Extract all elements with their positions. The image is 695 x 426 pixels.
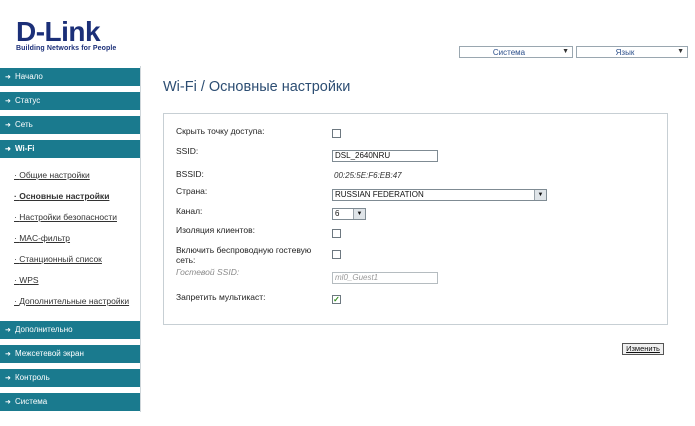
- client-isolation-label: Изоляция клиентов:: [176, 225, 255, 235]
- sidebar-sub-general[interactable]: · Общие настройки: [14, 170, 90, 180]
- sidebar-item-home[interactable]: ➜ Начало: [0, 68, 140, 86]
- sidebar-item-label: Система: [15, 397, 48, 406]
- hide-ap-label: Скрыть точку доступа:: [176, 126, 265, 136]
- guest-network-checkbox[interactable]: [332, 250, 341, 259]
- arrow-right-icon: ➜: [5, 327, 11, 334]
- sidebar-item-network[interactable]: ➜ Сеть: [0, 116, 140, 134]
- sidebar-sub-advanced[interactable]: · Дополнительные настройки: [14, 296, 129, 306]
- ssid-input[interactable]: DSL_2640NRU: [332, 150, 438, 162]
- sidebar-sub-mac-filter[interactable]: · MAC-фильтр: [14, 233, 70, 243]
- guest-network-label-cont: сеть:: [176, 255, 196, 265]
- system-menu-label: Система: [492, 48, 526, 57]
- bssid-value: 00:25:5E:F6:EB:47: [334, 171, 402, 180]
- block-multicast-label: Запретить мультикаст:: [176, 292, 266, 302]
- arrow-right-icon: ➜: [5, 98, 11, 105]
- arrow-right-icon: ➜: [5, 146, 11, 153]
- channel-select[interactable]: 6 ▼: [332, 208, 366, 220]
- sidebar-item-label: Межсетевой экран: [15, 349, 84, 358]
- sidebar-item-system[interactable]: ➜ Система: [0, 393, 140, 411]
- sidebar-item-wifi[interactable]: ➜ Wi-Fi: [0, 140, 140, 158]
- sidebar-item-label: Контроль: [15, 373, 50, 382]
- country-value: RUSSIAN FEDERATION: [335, 190, 424, 199]
- channel-label: Канал:: [176, 206, 203, 216]
- sidebar-item-label: Статус: [15, 96, 41, 105]
- block-multicast-checkbox[interactable]: ✓: [332, 295, 341, 304]
- sidebar-item-firewall[interactable]: ➜ Межсетевой экран: [0, 345, 140, 363]
- logo-text: D-Link: [16, 16, 101, 47]
- sidebar-item-control[interactable]: ➜ Контроль: [0, 369, 140, 387]
- sidebar-sub-station-list[interactable]: · Станционный список: [14, 254, 102, 264]
- sidebar-item-label: Дополнительно: [15, 325, 73, 334]
- sidebar-item-label: Начало: [15, 72, 43, 81]
- country-label: Страна:: [176, 186, 208, 196]
- hide-ap-checkbox[interactable]: [332, 129, 341, 138]
- arrow-right-icon: ➜: [5, 375, 11, 382]
- guest-ssid-label: Гостевой SSID:: [176, 267, 240, 277]
- system-menu-select[interactable]: Система ▼: [459, 46, 573, 58]
- country-select[interactable]: RUSSIAN FEDERATION ▼: [332, 189, 547, 201]
- chevron-down-icon: ▼: [562, 48, 569, 55]
- chevron-down-icon: ▼: [534, 190, 546, 200]
- bssid-label: BSSID:: [176, 169, 204, 179]
- sidebar-item-label: Сеть: [15, 120, 33, 129]
- sidebar-item-label: Wi-Fi: [15, 144, 35, 153]
- ssid-label: SSID:: [176, 146, 199, 156]
- logo-tagline: Building Networks for People: [16, 45, 117, 52]
- sidebar-item-additional[interactable]: ➜ Дополнительно: [0, 321, 140, 339]
- settings-panel: Скрыть точку доступа: SSID: DSL_2640NRU …: [163, 113, 668, 325]
- sidebar-sub-basic[interactable]: · Основные настройки: [14, 191, 109, 201]
- chevron-down-icon: ▼: [677, 48, 684, 55]
- page-title: Wi-Fi / Основные настройки: [163, 79, 351, 95]
- sidebar-sub-security[interactable]: · Настройки безопасности: [14, 212, 117, 222]
- dlink-logo: D-Link Building Networks for People: [16, 16, 117, 53]
- client-isolation-checkbox[interactable]: [332, 229, 341, 238]
- sidebar-item-status[interactable]: ➜ Статус: [0, 92, 140, 110]
- language-label: Язык: [615, 48, 635, 57]
- sidebar-sub-wps[interactable]: · WPS: [14, 275, 39, 285]
- arrow-right-icon: ➜: [5, 122, 11, 129]
- guest-ssid-input[interactable]: ml0_Guest1: [332, 272, 438, 284]
- arrow-right-icon: ➜: [5, 74, 11, 81]
- arrow-right-icon: ➜: [5, 399, 11, 406]
- checkmark-icon: ✓: [333, 295, 340, 304]
- apply-button[interactable]: Изменить: [622, 343, 664, 355]
- channel-value: 6: [335, 209, 340, 218]
- guest-network-label: Включить беспроводную гостевую: [176, 245, 312, 255]
- arrow-right-icon: ➜: [5, 351, 11, 358]
- language-select[interactable]: Язык ▼: [576, 46, 688, 58]
- chevron-down-icon: ▼: [353, 209, 365, 219]
- sidebar: ➜ Начало ➜ Статус ➜ Сеть ➜ Wi-Fi · Общие нас…: [0, 66, 141, 412]
